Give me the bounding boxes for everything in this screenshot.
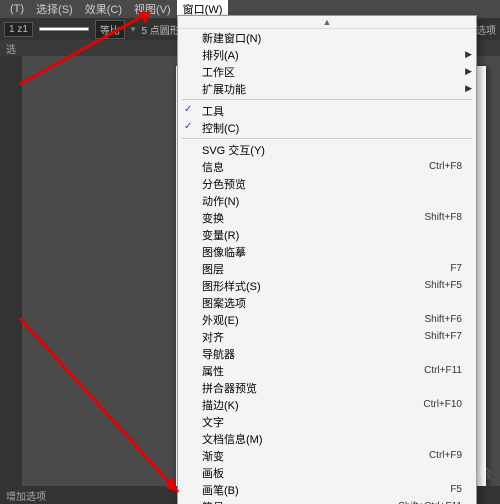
- menu-item[interactable]: 外观(E)Shift+F6: [178, 311, 476, 328]
- menu-shortcut: Shift+F8: [424, 212, 462, 223]
- menu-item[interactable]: 图形样式(S)Shift+F5: [178, 277, 476, 294]
- menu-item[interactable]: 图层F7: [178, 260, 476, 277]
- menu-item-label: 控制(C): [202, 120, 462, 136]
- menu-shortcut: Ctrl+F10: [423, 399, 462, 410]
- menu-选择s[interactable]: 选择(S): [30, 0, 79, 19]
- menu-shortcut: F5: [450, 484, 462, 495]
- menu-item[interactable]: 信息Ctrl+F8: [178, 158, 476, 175]
- menu-separator: [182, 99, 472, 100]
- menu-item[interactable]: 动作(N): [178, 192, 476, 209]
- menu-item-label: 工具: [202, 103, 462, 119]
- menu-item-label: 变换: [202, 210, 424, 226]
- status-label: 增加选项: [6, 488, 46, 503]
- menu-shortcut: F7: [450, 263, 462, 274]
- submenu-arrow-icon: ▶: [465, 83, 472, 94]
- menu-item[interactable]: 变量(R): [178, 226, 476, 243]
- check-icon: ✓: [184, 104, 192, 115]
- menu-item[interactable]: 新建窗口(N): [178, 29, 476, 46]
- stroke-mode[interactable]: 等比: [95, 20, 125, 39]
- menu-item[interactable]: 图案选项: [178, 294, 476, 311]
- menu-item-label: SVG 交互(Y): [202, 142, 462, 158]
- menu-item-label: 外观(E): [202, 312, 424, 328]
- menu-item[interactable]: 导航器: [178, 345, 476, 362]
- menu-item[interactable]: 文字: [178, 413, 476, 430]
- menu-效果c[interactable]: 效果(C): [79, 0, 128, 19]
- menu-separator: [182, 138, 472, 139]
- menu-item[interactable]: SVG 交互(Y): [178, 141, 476, 158]
- menu-item[interactable]: 文档信息(M): [178, 430, 476, 447]
- menu-item[interactable]: 排列(A)▶: [178, 46, 476, 63]
- menu-item[interactable]: 分色预览: [178, 175, 476, 192]
- menu-item-label: 导航器: [202, 346, 462, 362]
- menu-item[interactable]: 拼合器预览: [178, 379, 476, 396]
- menu-item[interactable]: 属性Ctrl+F11: [178, 362, 476, 379]
- menu-item-label: 对齐: [202, 329, 424, 345]
- dropdown-body: 新建窗口(N)排列(A)▶工作区▶扩展功能▶✓工具✓控制(C)SVG 交互(Y)…: [178, 29, 476, 504]
- menu-shortcut: Ctrl+F8: [429, 161, 462, 172]
- menu-item-label: 图案选项: [202, 295, 462, 311]
- menu-shortcut: Ctrl+F9: [429, 450, 462, 461]
- menu-item-label: 文档信息(M): [202, 431, 462, 447]
- menu-item-label: 变量(R): [202, 227, 462, 243]
- menu-item[interactable]: 描边(K)Ctrl+F10: [178, 396, 476, 413]
- menu-item-label: 属性: [202, 363, 424, 379]
- shape-label: 5 点圆形: [141, 22, 179, 37]
- menu-item-label: 分色预览: [202, 176, 462, 192]
- menu-item-label: 画板: [202, 465, 462, 481]
- menu-item-label: 图层: [202, 261, 450, 277]
- menu-item-label: 信息: [202, 159, 429, 175]
- menu-item-label: 工作区: [202, 64, 462, 80]
- menu-视图v[interactable]: 视图(V): [128, 0, 177, 19]
- scroll-up-icon[interactable]: ▲: [178, 16, 476, 29]
- menu-item[interactable]: ✓ 工具: [178, 102, 476, 119]
- menu-item-label: 图像临摹: [202, 244, 462, 260]
- menu-item-label: 渐变: [202, 448, 429, 464]
- menu-item[interactable]: ✓ 控制(C): [178, 119, 476, 136]
- menu-item-label: 拼合器预览: [202, 380, 462, 396]
- window-menu-dropdown[interactable]: ▲ 新建窗口(N)排列(A)▶工作区▶扩展功能▶✓工具✓控制(C)SVG 交互(…: [177, 15, 477, 504]
- check-icon: ✓: [184, 121, 192, 132]
- menu-item[interactable]: 对齐Shift+F7: [178, 328, 476, 345]
- menu-item-label: 排列(A): [202, 47, 462, 63]
- submenu-arrow-icon: ▶: [465, 66, 472, 77]
- menu-item[interactable]: 渐变Ctrl+F9: [178, 447, 476, 464]
- menu-item-label: 文字: [202, 414, 462, 430]
- menu-item-label: 符号: [202, 499, 398, 504]
- zoom-field[interactable]: 1 z1: [4, 22, 33, 37]
- stroke-preview[interactable]: [39, 27, 89, 31]
- menu-item[interactable]: 符号Shift+Ctrl+F11: [178, 498, 476, 504]
- left-panel-rail[interactable]: [0, 56, 22, 496]
- menu-shortcut: Shift+F7: [424, 331, 462, 342]
- menu-item[interactable]: 画笔(B)F5: [178, 481, 476, 498]
- menu-shortcut: Shift+F6: [424, 314, 462, 325]
- submenu-arrow-icon: ▶: [465, 49, 472, 60]
- menu-item-label: 扩展功能: [202, 81, 462, 97]
- menu-item[interactable]: 变换Shift+F8: [178, 209, 476, 226]
- menu-t[interactable]: (T): [4, 1, 30, 17]
- menu-item-label: 图形样式(S): [202, 278, 424, 294]
- menu-item[interactable]: 图像临摹: [178, 243, 476, 260]
- menu-item[interactable]: 工作区▶: [178, 63, 476, 80]
- menu-item-label: 画笔(B): [202, 482, 450, 498]
- chevron-down-icon: ▾: [131, 24, 136, 35]
- menu-item-label: 描边(K): [202, 397, 423, 413]
- menu-shortcut: Ctrl+F11: [424, 365, 462, 376]
- menu-item-label: 新建窗口(N): [202, 30, 462, 46]
- menu-item[interactable]: 画板: [178, 464, 476, 481]
- watermark: 百度经验: [440, 465, 492, 482]
- menu-item[interactable]: 扩展功能▶: [178, 80, 476, 97]
- doc-tab-label: 选: [6, 41, 16, 56]
- menu-shortcut: Shift+F5: [424, 280, 462, 291]
- menu-item-label: 动作(N): [202, 193, 462, 209]
